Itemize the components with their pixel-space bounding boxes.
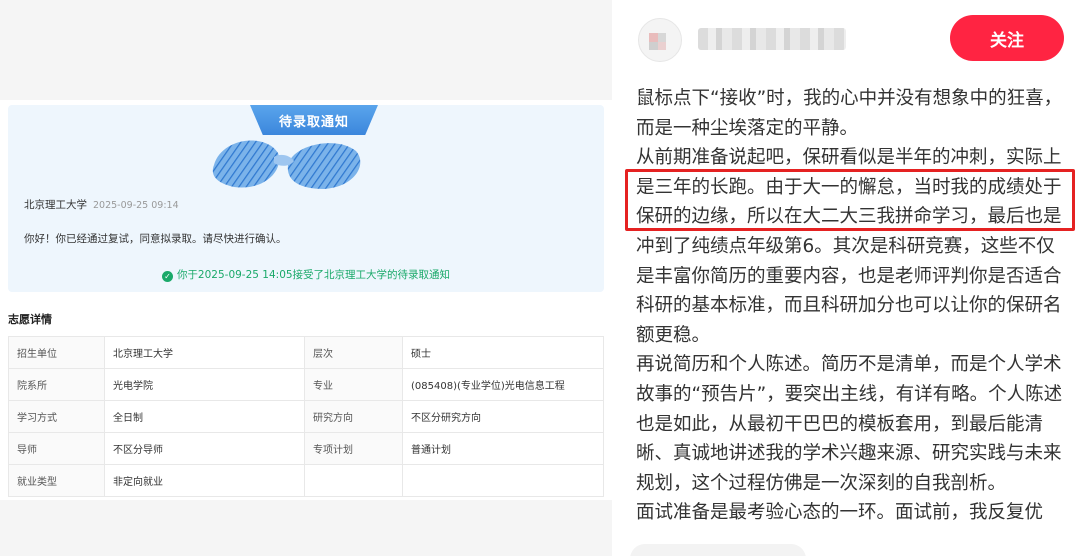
post-paragraph: 鼠标点下“接收”时，我的心中并没有想象中的狂喜，而是一种尘埃落定的平静。: [636, 88, 1063, 139]
check-circle-icon: ✓: [161, 271, 173, 282]
detail-label: 导师: [8, 432, 105, 465]
notice-message: 你好！你已经通过复试，同意拟录取。请尽快进行确认。: [24, 233, 287, 245]
blue-seal-stamp-icon: [212, 140, 361, 189]
detail-value: 全日制: [104, 400, 305, 433]
table-row: 学习方式 全日制 研究方向 不区分研究方向: [8, 400, 604, 433]
admission-notice-panel: 待录取通知 北京理工大学 2025-09-25 09:14 你好！你已经通过复试，…: [8, 105, 604, 292]
follow-button[interactable]: 关注: [950, 15, 1064, 61]
detail-label: 就业类型: [8, 464, 105, 497]
detail-value: 硕士: [402, 336, 604, 369]
post-paragraph: 面试准备是最考验心态的一环。面试前，我反复优: [636, 502, 1044, 524]
detail-value: 光电学院: [104, 368, 305, 401]
accepted-text: 你于2025-09-25 14:05接受了北京理工大学的待录取通知: [176, 269, 451, 281]
detail-label: 专业: [304, 368, 403, 401]
detail-label: 研究方向: [304, 400, 403, 433]
accepted-status: ✓ 你于2025-09-25 14:05接受了北京理工大学的待录取通知: [8, 267, 604, 282]
school-name: 北京理工大学: [24, 199, 87, 211]
details-table: 招生单位 北京理工大学 层次 硕士 院系所 光电学院 专业 (085408)(专…: [8, 336, 604, 497]
detail-label: 专项计划: [304, 432, 403, 465]
red-highlight-box: [625, 169, 1075, 231]
detail-value: (085408)(专业学位)光电信息工程: [402, 368, 604, 401]
details-title: 志愿详情: [8, 313, 52, 326]
detail-label: [304, 464, 403, 497]
detail-value: 不区分导师: [104, 432, 305, 465]
detail-value: 不区分研究方向: [402, 400, 604, 433]
detail-label: 学习方式: [8, 400, 105, 433]
detail-value: 非定向就业: [104, 464, 305, 497]
detail-label: 院系所: [8, 368, 105, 401]
detail-value: [402, 464, 604, 497]
table-row: 院系所 光电学院 专业 (085408)(专业学位)光电信息工程: [8, 368, 604, 401]
comment-input[interactable]: [630, 544, 806, 556]
post-body: 鼠标点下“接收”时，我的心中并没有想象中的狂喜，而是一种尘埃落定的平静。 从前期…: [636, 84, 1068, 526]
detail-value: 北京理工大学: [104, 336, 305, 369]
admission-card: 待录取通知 北京理工大学 2025-09-25 09:14 你好！你已经通过复试，…: [0, 100, 612, 500]
table-row: 招生单位 北京理工大学 层次 硕士: [8, 336, 604, 369]
post-paragraph: 再说简历和个人陈述。简历不是清单，而是个人学术故事的“预告片”，要突出主线，有详…: [636, 354, 1063, 494]
detail-label: 层次: [304, 336, 403, 369]
notice-header: 北京理工大学 2025-09-25 09:14: [24, 197, 179, 212]
detail-value: 普通计划: [402, 432, 604, 465]
post-panel: 关注 鼠标点下“接收”时，我的心中并没有想象中的狂喜，而是一种尘埃落定的平静。 …: [612, 0, 1080, 556]
detail-label: 招生单位: [8, 336, 105, 369]
blurred-username[interactable]: [698, 28, 846, 50]
admission-screenshot: 待录取通知 北京理工大学 2025-09-25 09:14 你好！你已经通过复试，…: [0, 0, 612, 556]
table-row: 就业类型 非定向就业: [8, 464, 604, 497]
notice-time: 2025-09-25 09:14: [93, 200, 179, 211]
avatar[interactable]: [638, 18, 682, 62]
table-row: 导师 不区分导师 专项计划 普通计划: [8, 432, 604, 465]
